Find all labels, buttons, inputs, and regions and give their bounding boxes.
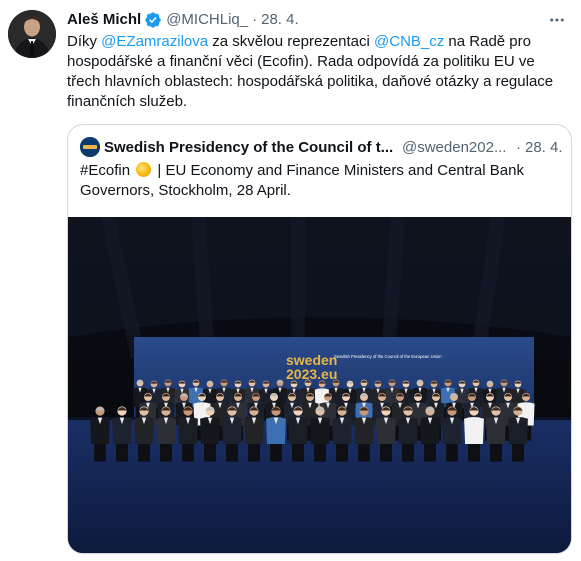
quoted-tweet-header: Swedish Presidency of the Council of t..… xyxy=(80,137,563,157)
backdrop-caption: Swedish Presidency of the Council of the… xyxy=(334,354,442,359)
quoted-author-avatar[interactable] xyxy=(80,137,100,157)
tweet-text-part: Díky xyxy=(67,33,102,50)
verified-badge-icon xyxy=(145,12,161,28)
coin-icon xyxy=(136,162,152,177)
separator-dot: · xyxy=(516,138,521,156)
mention-link[interactable]: @EZamrazilova xyxy=(101,33,208,50)
quoted-author-handle[interactable]: @sweden202... xyxy=(402,139,512,156)
separator-dot: · xyxy=(252,11,258,28)
backdrop-logo-year: 2023.eu xyxy=(286,366,337,382)
quoted-tweet[interactable]: Swedish Presidency of the Council of t..… xyxy=(67,124,572,554)
tweet-text: Díky @EZamrazilova za skvělou reprezenta… xyxy=(67,32,567,112)
tweet[interactable]: Aleš Michl @MICHLiq_ · 28. 4. Díky @EZam… xyxy=(0,0,581,561)
tweet-date[interactable]: 28. 4. xyxy=(261,10,299,30)
hashtag-link[interactable]: #Ecofin xyxy=(80,162,130,179)
quoted-tweet-date[interactable]: 28. 4. xyxy=(525,139,563,156)
author-name[interactable]: Aleš Michl xyxy=(67,10,141,30)
more-options-icon[interactable] xyxy=(547,10,567,30)
author-avatar[interactable] xyxy=(8,10,56,58)
tweet-text-part: za skvělou reprezentaci xyxy=(208,33,375,50)
group-photo-image: sweden 2023.eu Swedish Presidency of the… xyxy=(68,217,571,553)
author-handle[interactable]: @MICHLiq_ xyxy=(166,10,248,30)
group-photo[interactable]: sweden 2023.eu Swedish Presidency of the… xyxy=(68,217,571,553)
mention-link[interactable]: @CNB_cz xyxy=(374,33,444,50)
tweet-header: Aleš Michl @MICHLiq_ · 28. 4. xyxy=(67,10,571,30)
quoted-author-name[interactable]: Swedish Presidency of the Council of t..… xyxy=(104,139,394,156)
quoted-tweet-text: #Ecofin | EU Economy and Finance Ministe… xyxy=(80,161,550,201)
